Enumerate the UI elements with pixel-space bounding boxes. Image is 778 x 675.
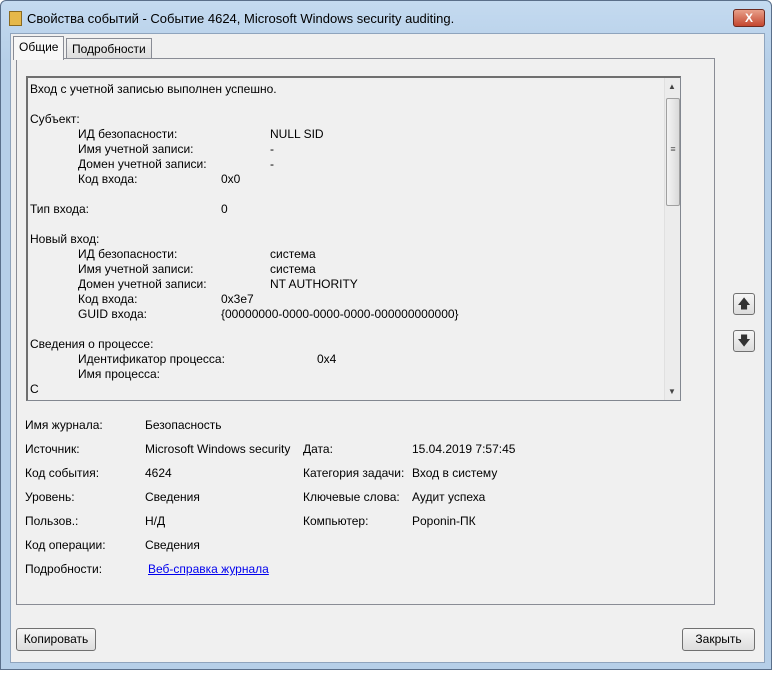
more-info-label: Подробности: <box>25 562 103 576</box>
next-event-button[interactable]: 🡇 <box>733 330 755 352</box>
message-line-value: 0x0 <box>221 172 241 186</box>
message-line-label: Идентификатор процесса: <box>78 352 225 366</box>
event-viewer-icon <box>9 11 22 26</box>
message-line-label: Имя учетной записи: <box>78 262 194 276</box>
message-line-label: Домен учетной записи: <box>78 277 207 291</box>
user-label: Пользов.: <box>25 514 79 528</box>
message-line-label: Домен учетной записи: <box>78 157 207 171</box>
message-line-value: 0 <box>221 202 228 216</box>
message-line-label: Субъект: <box>30 112 80 126</box>
message-line-value: система <box>270 247 316 261</box>
level-value: Сведения <box>145 490 200 504</box>
opcode-value: Сведения <box>145 538 200 552</box>
log-name-value: Безопасность <box>145 418 222 432</box>
scroll-up-arrow-icon[interactable]: ▲ <box>668 82 676 91</box>
computer-value: Poponin-ПК <box>412 514 476 528</box>
task-category-value: Вход в систему <box>412 466 498 480</box>
user-value: Н/Д <box>145 514 166 528</box>
close-button[interactable]: Закрыть <box>682 628 755 651</box>
message-line-label: Код входа: <box>78 292 138 306</box>
arrow-down-icon: 🡇 <box>737 333 751 348</box>
tab-details[interactable]: Подробности <box>66 38 152 59</box>
message-line-label: ИД безопасности: <box>78 247 178 261</box>
copy-button[interactable]: Копировать <box>16 628 96 651</box>
message-line-label: GUID входа: <box>78 307 147 321</box>
tab-general[interactable]: Общие <box>13 36 65 60</box>
message-line-label: Тип входа: <box>30 202 89 216</box>
event-id-value: 4624 <box>145 466 172 480</box>
log-name-label: Имя журнала: <box>25 418 103 432</box>
message-line-label: С <box>30 382 39 396</box>
message-line-value: - <box>270 157 274 171</box>
level-label: Уровень: <box>25 490 75 504</box>
scrollbar[interactable]: ▲ ≡ ▼ <box>664 78 680 400</box>
keywords-value: Аудит успеха <box>412 490 486 504</box>
event-id-label: Код события: <box>25 466 100 480</box>
window-title: Свойства событий - Событие 4624, Microso… <box>27 11 455 26</box>
message-line-value: - <box>270 142 274 156</box>
close-window-button[interactable]: X <box>733 9 765 27</box>
opcode-label: Код операции: <box>25 538 106 552</box>
message-line-label: Имя учетной записи: <box>78 142 194 156</box>
task-category-label: Категория задачи: <box>303 466 405 480</box>
message-line-label: Имя процесса: <box>78 367 160 381</box>
message-line-value: 0x4 <box>317 352 337 366</box>
message-line-label: Новый вход: <box>30 232 100 246</box>
message-line-label: Сведения о процессе: <box>30 337 154 351</box>
message-line-value: система <box>270 262 316 276</box>
previous-event-button[interactable]: 🡅 <box>733 293 755 315</box>
date-value: 15.04.2019 7:57:45 <box>412 442 516 456</box>
date-label: Дата: <box>303 442 333 456</box>
message-line-label: Вход с учетной записью выполнен успешно. <box>30 82 277 96</box>
source-value: Microsoft Windows security <box>145 442 291 456</box>
message-line-value: NULL SID <box>270 127 324 141</box>
keywords-label: Ключевые слова: <box>303 490 400 504</box>
scroll-thumb[interactable]: ≡ <box>666 98 680 206</box>
event-log-help-link[interactable]: Веб-справка журнала <box>148 562 269 576</box>
arrow-up-icon: 🡅 <box>737 296 751 311</box>
message-line-value: 0x3e7 <box>221 292 254 306</box>
message-line-label: Код входа: <box>78 172 138 186</box>
message-line-value: NT AUTHORITY <box>270 277 358 291</box>
event-message-box[interactable]: Вход с учетной записью выполнен успешно.… <box>26 76 681 401</box>
source-label: Источник: <box>25 442 80 456</box>
computer-label: Компьютер: <box>303 514 369 528</box>
message-line-value: {00000000-0000-0000-0000-000000000000} <box>221 307 459 321</box>
message-line-label: ИД безопасности: <box>78 127 178 141</box>
scroll-down-arrow-icon[interactable]: ▼ <box>668 387 676 396</box>
